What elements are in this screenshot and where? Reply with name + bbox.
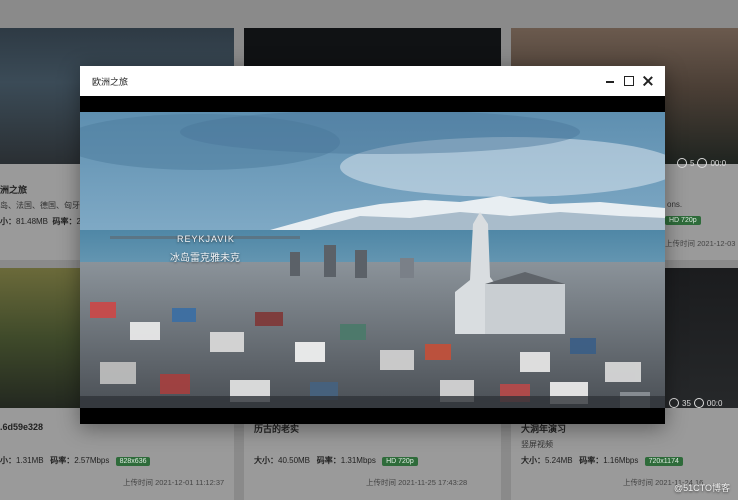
size-value: 40.50MB	[278, 456, 311, 465]
view-count: 5 00:0	[677, 158, 726, 168]
size-label: 大小：	[521, 456, 545, 465]
rate-label: 码率：	[52, 217, 77, 226]
card-title[interactable]: 洲之旅	[0, 183, 27, 196]
eye-icon	[669, 398, 679, 408]
minimize-icon[interactable]	[605, 76, 615, 86]
watermark: @51CTO博客	[674, 483, 730, 493]
size-label: 小：	[0, 217, 16, 226]
modal-toolbar	[605, 76, 653, 86]
rate-value: 1.16Mbps	[603, 456, 639, 465]
modal-title: 欧洲之旅	[92, 76, 129, 87]
card-meta: 小：1.31MB 码率：2.57Mbps 828x636	[0, 455, 151, 466]
card-meta: HD 720p	[661, 215, 701, 225]
video-caption-zh: 冰岛雷克雅未克	[170, 253, 240, 264]
view-count: 35 00:0	[669, 398, 722, 408]
rate-value: 2.57Mbps	[74, 456, 110, 465]
resolution-badge: 828x636	[115, 457, 151, 466]
card-title[interactable]: .6d59e328	[0, 422, 43, 432]
video-player[interactable]: REYKJAVIK 冰岛雷克雅未克	[80, 112, 665, 408]
upload-time: 上传时间 2021-12-01 11:12:37	[123, 478, 225, 487]
maximize-icon[interactable]	[624, 76, 634, 86]
card-description: 竖屏视频	[521, 440, 553, 449]
resolution-badge: HD 720p	[665, 216, 701, 225]
size-label: 大小：	[254, 456, 278, 465]
card-meta: 大小：40.50MB 码率：1.31Mbps HD 720p	[254, 455, 418, 466]
size-value: 81.48MB	[16, 217, 49, 226]
rate-label: 码率：	[579, 456, 604, 465]
clock-icon	[693, 398, 704, 408]
size-label: 小：	[0, 456, 16, 465]
resolution-badge: 720x1174	[644, 457, 683, 466]
page: 洲之旅 岛、法国、德国、匈牙 小：81.48MB 码率：2 5 00:0 ons…	[0, 0, 738, 500]
video-frame-reykjavik	[80, 112, 665, 408]
modal-header: 欧洲之旅	[80, 66, 665, 96]
resolution-badge: HD 720p	[382, 457, 418, 466]
rate-label: 码率：	[50, 456, 75, 465]
rate-label: 码率：	[316, 456, 341, 465]
video-caption-en: REYKJAVIK	[177, 234, 235, 244]
size-value: 5.24MB	[545, 456, 573, 465]
upload-time: 上传时间 2021-12-03 18	[665, 239, 738, 248]
close-icon[interactable]	[643, 76, 653, 86]
rate-value: 1.31Mbps	[340, 456, 376, 465]
card-description: ons.	[667, 200, 683, 209]
eye-icon	[677, 158, 687, 168]
card-description: 岛、法国、德国、匈牙	[0, 201, 80, 210]
card-meta: 小：81.48MB 码率：2	[0, 216, 81, 227]
upload-time: 上传时间 2021-11-25 17:43:28	[366, 478, 468, 487]
size-value: 1.31MB	[16, 456, 44, 465]
card-meta: 大小：5.24MB 码率：1.16Mbps 720x1174	[521, 455, 683, 466]
video-modal: 欧洲之旅 REYKJAVIK 冰岛雷克雅未克	[80, 66, 665, 424]
clock-icon	[697, 158, 708, 168]
